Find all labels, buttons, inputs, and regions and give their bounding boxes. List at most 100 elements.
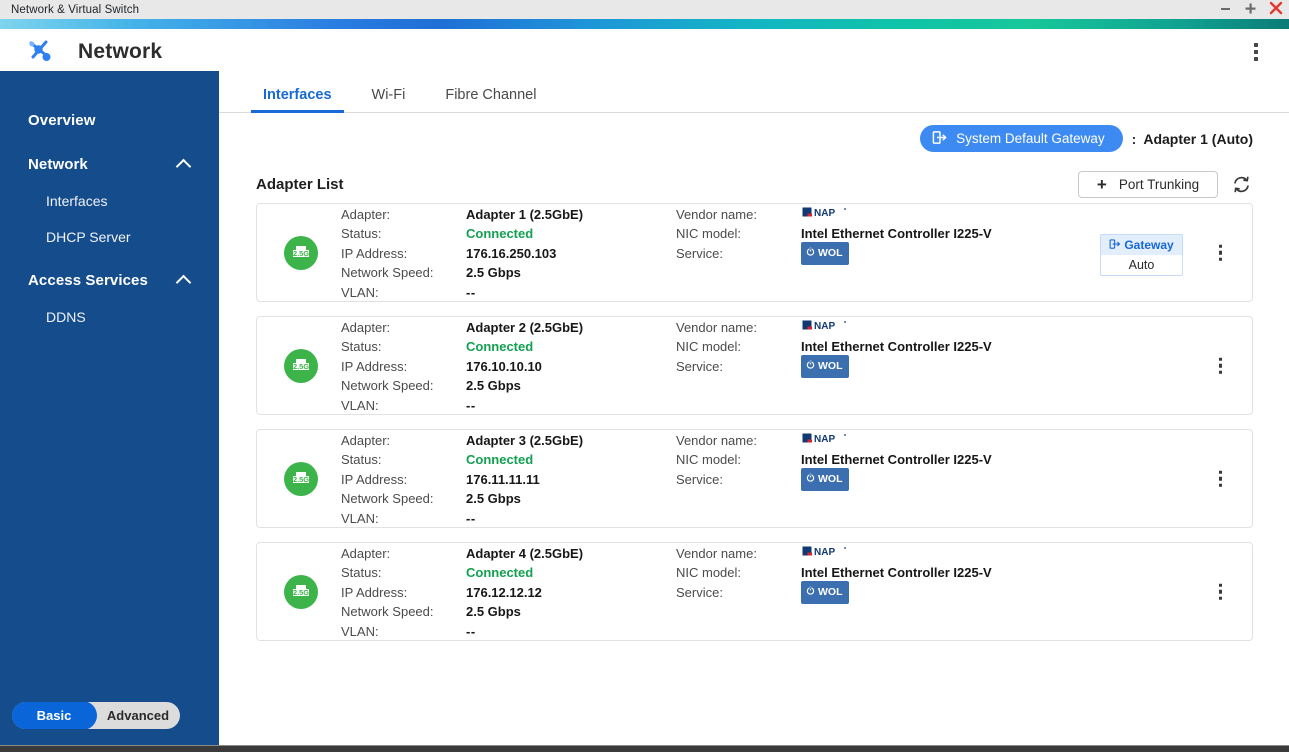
status-badge: Connected <box>466 339 534 355</box>
table-row[interactable]: 2.5G Adapter: Adapter 3 (2.5GbE) Status: C… <box>256 429 1253 528</box>
power-icon <box>806 470 815 490</box>
label-service: Service: <box>676 245 723 261</box>
minimize-icon[interactable] <box>1219 2 1232 18</box>
value-adapter: Adapter 2 (2.5GbE) <box>466 319 584 335</box>
label-vendor-name: Vendor name: <box>676 432 757 448</box>
mode-toggle[interactable]: Basic Advanced <box>12 702 180 729</box>
adapter-fields-right: Vendor name: NAP NIC model: Intel Ethern… <box>676 431 1011 492</box>
gateway-badge-title: Gateway <box>1124 238 1174 252</box>
value-nic-model: Intel Ethernet Controller I225-V <box>801 339 992 355</box>
sidebar-item-interfaces-label: Interfaces <box>46 193 108 209</box>
value-vlan: -- <box>466 397 476 413</box>
table-row[interactable]: 2.5G Adapter: Adapter 2 (2.5GbE) Status: C… <box>256 316 1253 415</box>
sidebar-group-access-services[interactable]: Access Services <box>0 261 219 299</box>
power-icon <box>806 583 815 603</box>
row-menu-icon[interactable] <box>1215 579 1227 604</box>
window-titlebar: Network & Virtual Switch <box>0 0 1289 19</box>
chevron-up-icon <box>175 158 192 174</box>
label-vendor-name: Vendor name: <box>676 206 757 222</box>
port-trunking-label: Port Trunking <box>1118 176 1200 192</box>
row-menu-icon[interactable] <box>1215 240 1227 265</box>
label-vendor-name: Vendor name: <box>676 545 757 561</box>
refresh-icon[interactable] <box>1230 173 1253 196</box>
value-ip-address: 176.16.250.103 <box>466 245 557 261</box>
gateway-icon <box>932 130 947 148</box>
label-adapter: Adapter: <box>341 432 391 448</box>
wol-label: WOL <box>818 246 843 259</box>
label-adapter: Adapter: <box>341 545 391 561</box>
adapter-fields-left: Adapter: Adapter 3 (2.5GbE) Status: Connec… <box>341 431 676 529</box>
main-content: Interfaces Wi-Fi Fibre Channel System De… <box>219 71 1289 745</box>
network-app-icon <box>24 36 56 68</box>
row-menu-icon[interactable] <box>1215 353 1227 378</box>
mode-advanced-button[interactable]: Advanced <box>96 702 180 729</box>
value-vlan: -- <box>466 510 476 526</box>
window-title: Network & Virtual Switch <box>11 3 140 16</box>
wol-label: WOL <box>818 585 843 598</box>
label-status: Status: <box>341 565 382 581</box>
sidebar-item-dhcp-server[interactable]: DHCP Server <box>0 219 219 255</box>
tab-interfaces[interactable]: Interfaces <box>251 87 343 113</box>
gateway-icon <box>1109 238 1121 253</box>
gateway-badge-mode: Auto <box>1128 258 1155 272</box>
label-nic-model: NIC model: <box>676 339 742 355</box>
value-network-speed: 2.5 Gbps <box>466 265 521 281</box>
label-vlan: VLAN: <box>341 510 379 526</box>
status-badge: Connected <box>466 226 534 242</box>
wol-badge[interactable]: WOL <box>801 580 849 605</box>
svg-text:NAP: NAP <box>814 208 835 219</box>
tab-bar: Interfaces Wi-Fi Fibre Channel <box>219 71 1289 113</box>
adapter-fields-left: Adapter: Adapter 1 (2.5GbE) Status: Connec… <box>341 205 676 303</box>
app-header: Network <box>0 29 1289 76</box>
os-taskbar[interactable] <box>0 745 1289 752</box>
qnap-logo: NAP <box>801 431 847 451</box>
svg-text:2.5G: 2.5G <box>293 362 309 371</box>
wol-badge[interactable]: WOL <box>801 467 849 492</box>
value-network-speed: 2.5 Gbps <box>466 491 521 507</box>
adapter-fields-left: Adapter: Adapter 4 (2.5GbE) Status: Connec… <box>341 544 676 642</box>
tab-wifi[interactable]: Wi-Fi <box>366 87 412 112</box>
label-ip-address: IP Address: <box>341 245 408 261</box>
sidebar-item-dhcp-server-label: DHCP Server <box>46 229 131 245</box>
qnap-logo: NAP <box>801 318 847 338</box>
label-nic-model: NIC model: <box>676 452 742 468</box>
label-vlan: VLAN: <box>341 397 379 413</box>
sidebar-item-overview[interactable]: Overview <box>0 101 219 139</box>
mode-basic-button[interactable]: Basic <box>12 702 96 729</box>
adapter-speed-icon: 2.5G <box>283 574 319 610</box>
sidebar-overview-label: Overview <box>28 111 96 129</box>
adapter-fields: Adapter: Adapter 2 (2.5GbE) Status: Connec… <box>341 316 1252 416</box>
gateway-value: Adapter 1 (Auto) <box>1143 130 1253 147</box>
system-default-gateway-button[interactable]: System Default Gateway <box>920 125 1123 152</box>
svg-text:NAP: NAP <box>814 321 835 332</box>
kebab-menu-icon[interactable] <box>1250 39 1262 65</box>
label-status: Status: <box>341 226 382 242</box>
adapter-speed-icon: 2.5G <box>283 348 319 384</box>
value-ip-address: 176.10.10.10 <box>466 358 542 374</box>
value-adapter: Adapter 1 (2.5GbE) <box>466 206 584 222</box>
close-icon[interactable] <box>1269 1 1283 19</box>
wol-badge[interactable]: WOL <box>801 241 849 266</box>
wol-badge[interactable]: WOL <box>801 354 849 379</box>
port-trunking-button[interactable]: + Port Trunking <box>1078 170 1218 198</box>
tab-fibre-channel[interactable]: Fibre Channel <box>439 87 542 112</box>
adapter-list-title: Adapter List <box>256 175 344 193</box>
page-title: Network <box>78 40 163 63</box>
adapter-fields-right: Vendor name: NAP NIC model: Intel Ethern… <box>676 544 1011 605</box>
sidebar-group-network[interactable]: Network <box>0 145 219 183</box>
maximize-icon[interactable] <box>1244 2 1257 18</box>
row-menu-icon[interactable] <box>1215 466 1227 491</box>
svg-text:2.5G: 2.5G <box>293 249 309 258</box>
table-row[interactable]: 2.5G Adapter: Adapter 1 (2.5GbE) Status: C… <box>256 203 1253 302</box>
gateway-badge[interactable]: Gateway Auto <box>1100 234 1183 276</box>
label-network-speed: Network Speed: <box>341 378 434 394</box>
gateway-separator: : <box>1131 130 1137 147</box>
value-nic-model: Intel Ethernet Controller I225-V <box>801 226 992 242</box>
svg-text:2.5G: 2.5G <box>293 588 309 597</box>
adapter-speed-icon: 2.5G <box>283 461 319 497</box>
sidebar-item-interfaces[interactable]: Interfaces <box>0 183 219 219</box>
brand-gradient-bar <box>0 19 1289 29</box>
sidebar-item-ddns[interactable]: DDNS <box>0 299 219 335</box>
table-row[interactable]: 2.5G Adapter: Adapter 4 (2.5GbE) Status: C… <box>256 542 1253 641</box>
adapter-fields: Adapter: Adapter 4 (2.5GbE) Status: Connec… <box>341 542 1252 642</box>
